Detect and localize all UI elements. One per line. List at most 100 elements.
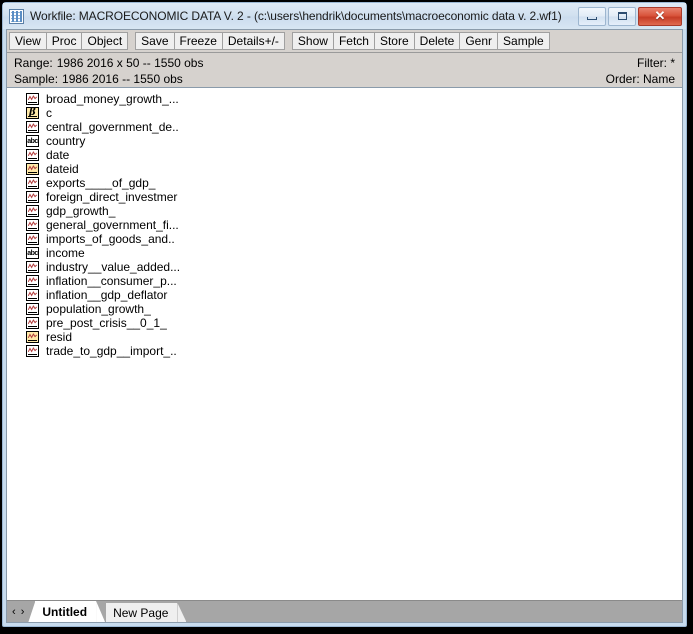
- sample-value: 1986 2016 -- 1550 obs: [62, 72, 183, 86]
- client-area: View Proc Object Save Freeze Details+/- …: [6, 29, 683, 623]
- toolbar-button-show[interactable]: Show: [291, 32, 333, 50]
- object-list-item[interactable]: general_government_fi...: [7, 218, 682, 232]
- object-name-label: country: [46, 134, 86, 148]
- series-icon: [26, 149, 39, 161]
- page-tab-strip: ‹ › Untitled New Page: [7, 600, 682, 622]
- object-list-item[interactable]: resid: [7, 330, 682, 344]
- series-icon: [26, 121, 39, 133]
- title-bar: Workfile: MACROECONOMIC DATA V. 2 - (c:\…: [3, 3, 686, 29]
- minimize-icon: [587, 17, 597, 20]
- order-label[interactable]: Order: Name: [606, 71, 675, 87]
- range-label: Range:: [14, 56, 53, 70]
- object-name-label: dateid: [46, 162, 79, 176]
- series-icon: [26, 177, 39, 189]
- series-icon: [26, 93, 39, 105]
- object-name-label: inflation__consumer_p...: [46, 274, 177, 288]
- object-list-item[interactable]: inflation__consumer_p...: [7, 274, 682, 288]
- toolbar-separator: [285, 32, 292, 50]
- series-icon: [26, 233, 39, 245]
- series-icon: [26, 317, 39, 329]
- series-icon: [26, 191, 39, 203]
- toolbar-button-object[interactable]: Object: [81, 32, 129, 50]
- toolbar-separator: [128, 32, 135, 50]
- object-list-item[interactable]: abc country: [7, 134, 682, 148]
- range-row: Range: 1986 2016 x 50 -- 1550 obs Filter…: [14, 55, 675, 71]
- object-name-label: trade_to_gdp__import_..: [46, 344, 177, 358]
- toolbar-button-view[interactable]: View: [9, 32, 46, 50]
- object-list[interactable]: broad_money_growth_... β c central_governme…: [7, 88, 682, 600]
- object-name-label: income: [46, 246, 85, 260]
- restore-button[interactable]: [608, 6, 636, 26]
- page-tab-untitled[interactable]: Untitled: [35, 601, 97, 622]
- object-list-item[interactable]: imports_of_goods_and..: [7, 232, 682, 246]
- object-list-item[interactable]: βc: [7, 106, 682, 120]
- object-name-label: date: [46, 148, 70, 162]
- tab-edge-left: [28, 601, 36, 622]
- object-name-label: c: [46, 106, 52, 120]
- series-icon: [26, 289, 39, 301]
- coefficient-icon: β: [26, 107, 39, 119]
- object-name-label: imports_of_goods_and..: [46, 232, 175, 246]
- object-list-item[interactable]: broad_money_growth_...: [7, 92, 682, 106]
- close-button[interactable]: ✕: [638, 6, 682, 26]
- window-title: Workfile: MACROECONOMIC DATA V. 2 - (c:\…: [30, 9, 562, 23]
- series-icon: [26, 275, 39, 287]
- series-special-icon: [26, 331, 39, 343]
- series-icon: [26, 219, 39, 231]
- toolbar-button-fetch[interactable]: Fetch: [332, 32, 374, 50]
- series-icon: [26, 345, 39, 357]
- alpha-series-icon: abc: [26, 247, 39, 259]
- toolbar-button-store[interactable]: Store: [373, 32, 414, 50]
- restore-icon: [617, 12, 627, 20]
- object-list-item[interactable]: dateid: [7, 162, 682, 176]
- page-nav-arrows[interactable]: ‹ ›: [11, 601, 28, 622]
- series-icon: [26, 261, 39, 273]
- object-list-item[interactable]: abc income: [7, 246, 682, 260]
- range-value: 1986 2016 x 50 -- 1550 obs: [56, 56, 204, 70]
- page-tab-new-page[interactable]: New Page: [106, 603, 178, 622]
- object-name-label: gdp_growth_: [46, 204, 116, 218]
- object-list-item[interactable]: population_growth_: [7, 302, 682, 316]
- object-list-item[interactable]: date: [7, 148, 682, 162]
- object-list-item[interactable]: trade_to_gdp__import_..: [7, 344, 682, 358]
- toolbar-button-delete[interactable]: Delete: [413, 32, 460, 50]
- toolbar-button-proc[interactable]: Proc: [45, 32, 82, 50]
- window-controls: ✕: [578, 6, 684, 26]
- filter-label[interactable]: Filter: *: [637, 55, 675, 71]
- minimize-button[interactable]: [578, 6, 606, 26]
- object-name-label: inflation__gdp_deflator: [46, 288, 168, 302]
- object-list-item[interactable]: inflation__gdp_deflator: [7, 288, 682, 302]
- object-name-label: population_growth_: [46, 302, 151, 316]
- alpha-series-icon: abc: [26, 135, 39, 147]
- object-list-item[interactable]: foreign_direct_investmer: [7, 190, 682, 204]
- sample-row: Sample: 1986 2016 -- 1550 obs Order: Nam…: [14, 71, 675, 87]
- workfile-info-bar: Range: 1986 2016 x 50 -- 1550 obs Filter…: [7, 53, 682, 88]
- workfile-grid-icon: [9, 8, 24, 24]
- object-name-label: broad_money_growth_...: [46, 92, 179, 106]
- object-name-label: resid: [46, 330, 73, 344]
- sample-label: Sample:: [14, 72, 59, 86]
- object-name-label: foreign_direct_investmer: [46, 190, 178, 204]
- object-name-label: exports____of_gdp_: [46, 176, 156, 190]
- object-name-label: central_government_de..: [46, 120, 179, 134]
- series-icon: [26, 303, 39, 315]
- toolbar-button-genr[interactable]: Genr: [459, 32, 498, 50]
- tab-edge-new-page: [177, 603, 187, 622]
- toolbar-button-save[interactable]: Save: [135, 32, 174, 50]
- object-name-label: general_government_fi...: [46, 218, 179, 232]
- toolbar-button-details[interactable]: Details+/-: [221, 32, 285, 50]
- object-list-item[interactable]: exports____of_gdp_: [7, 176, 682, 190]
- object-list-item[interactable]: central_government_de..: [7, 120, 682, 134]
- series-special-icon: [26, 163, 39, 175]
- object-list-item[interactable]: industry__value_added...: [7, 260, 682, 274]
- object-list-item[interactable]: gdp_growth_: [7, 204, 682, 218]
- series-icon: [26, 205, 39, 217]
- object-name-label: pre_post_crisis__0_1_: [46, 316, 167, 330]
- toolbar-button-freeze[interactable]: Freeze: [173, 32, 222, 50]
- object-list-item[interactable]: pre_post_crisis__0_1_: [7, 316, 682, 330]
- toolbar: View Proc Object Save Freeze Details+/- …: [7, 30, 682, 53]
- toolbar-button-sample[interactable]: Sample: [497, 32, 550, 50]
- workfile-window: Workfile: MACROECONOMIC DATA V. 2 - (c:\…: [2, 2, 687, 627]
- object-name-label: industry__value_added...: [46, 260, 181, 274]
- tab-edge-untitled: [96, 601, 106, 622]
